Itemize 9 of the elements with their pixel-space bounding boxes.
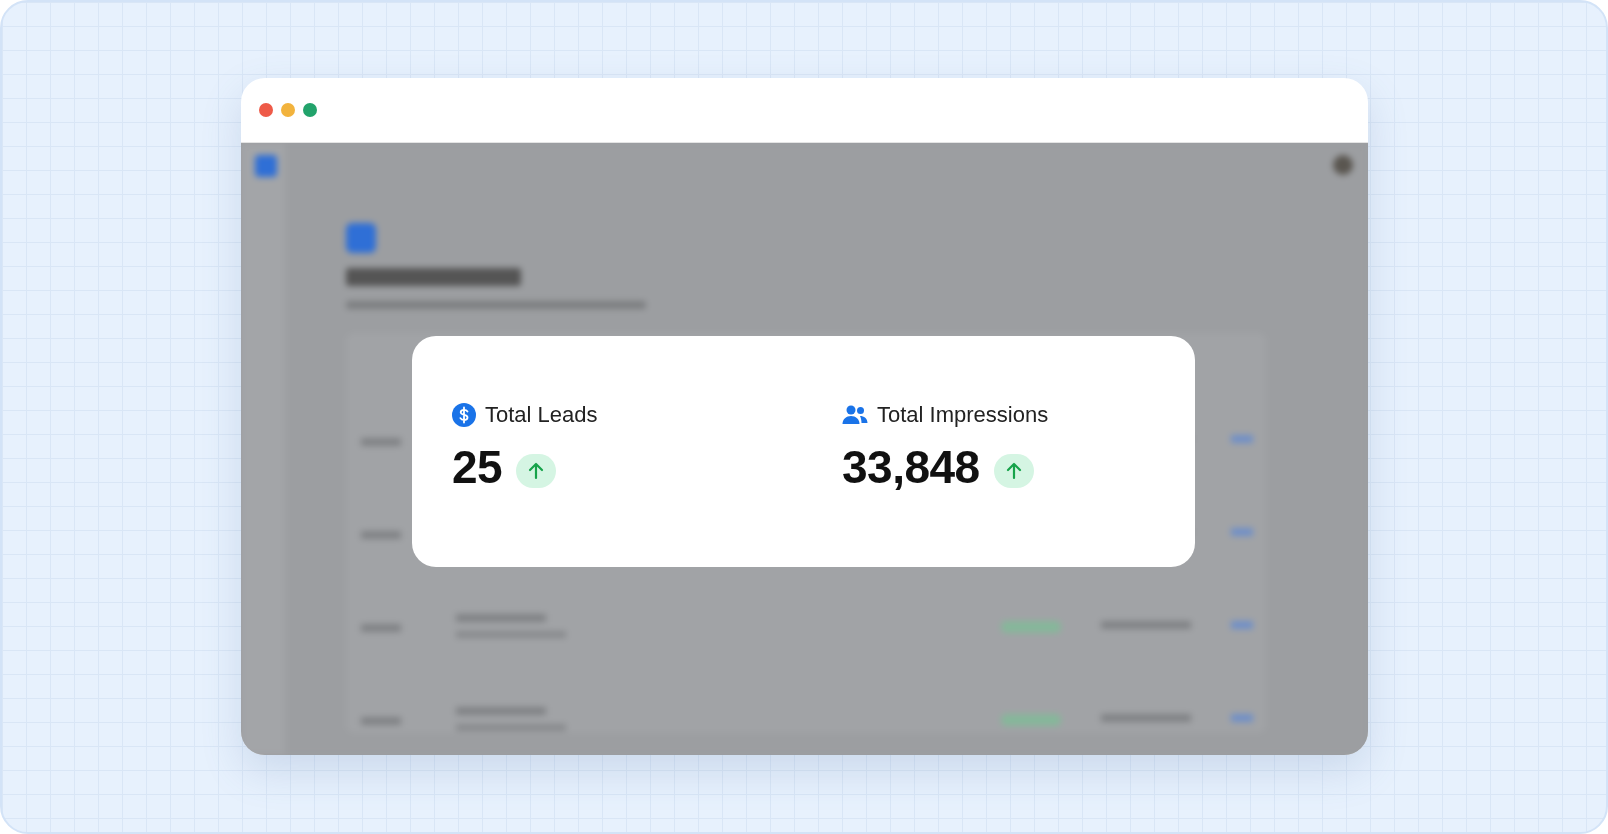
stat-label: Total Impressions bbox=[877, 402, 1049, 428]
dollar-icon bbox=[452, 403, 476, 427]
stat-value: 25 bbox=[452, 440, 503, 494]
maximize-icon[interactable] bbox=[303, 103, 317, 117]
minimize-icon[interactable] bbox=[281, 103, 295, 117]
stat-label: Total Leads bbox=[485, 402, 598, 428]
people-icon bbox=[842, 404, 868, 426]
close-icon[interactable] bbox=[259, 103, 273, 117]
stat-value: 33,848 bbox=[842, 440, 980, 494]
